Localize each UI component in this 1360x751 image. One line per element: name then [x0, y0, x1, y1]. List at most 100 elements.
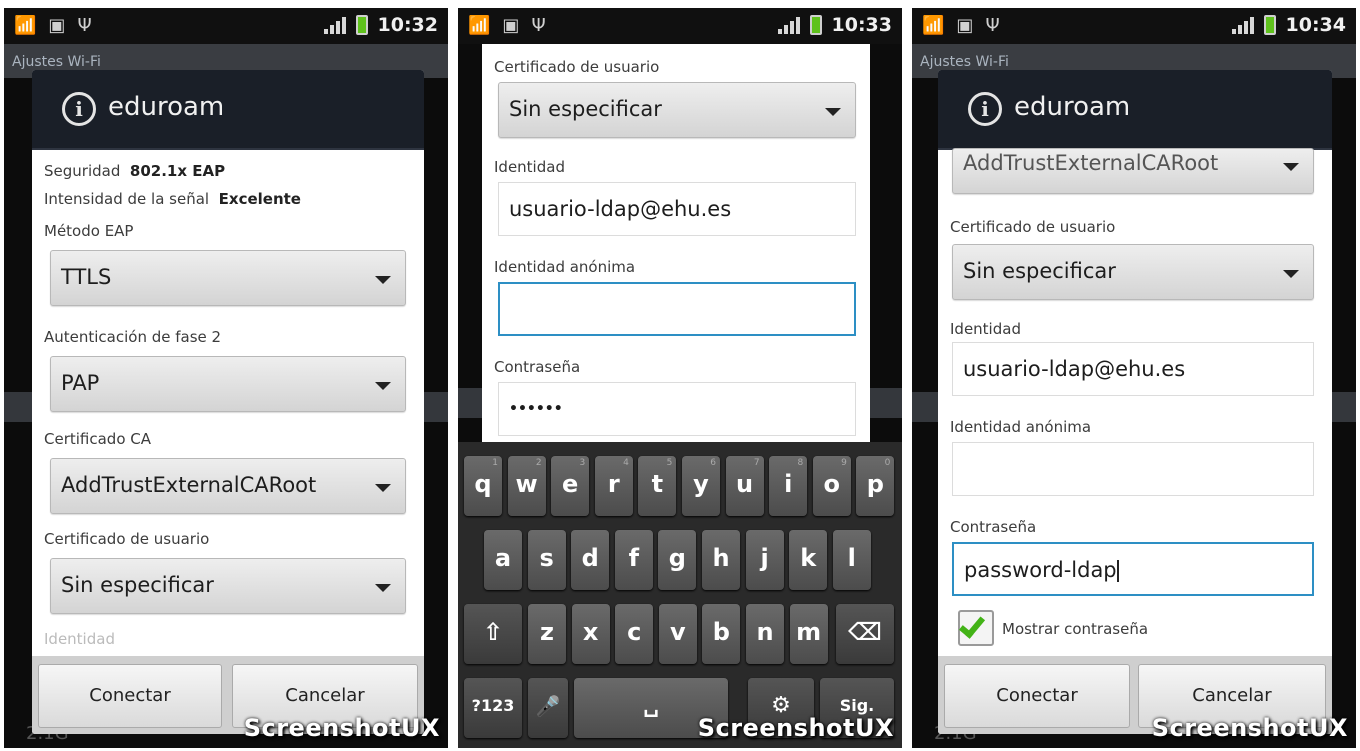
key-z[interactable]: z — [528, 604, 566, 664]
ca-cert-select[interactable]: AddTrustExternalCARoot — [952, 148, 1314, 194]
key-number-hint: 6 — [710, 458, 716, 468]
anon-identity-field[interactable] — [952, 442, 1314, 496]
key-d[interactable]: d — [571, 530, 610, 590]
anon-identity-field[interactable] — [498, 282, 856, 336]
key-w[interactable]: w2 — [507, 456, 546, 516]
key-b[interactable]: b — [702, 604, 741, 664]
key-m[interactable]: m — [789, 604, 828, 664]
key-number-hint: 7 — [753, 458, 760, 468]
user-cert-label: Certificado de usuario — [44, 530, 210, 548]
info-icon: i — [968, 92, 1002, 126]
chevron-down-icon — [375, 584, 391, 592]
key-r[interactable]: r4 — [594, 456, 633, 516]
chevron-down-icon — [1283, 270, 1299, 278]
key-number-hint: 3 — [579, 458, 586, 468]
show-password-checkbox[interactable] — [958, 610, 994, 646]
key-t[interactable]: t5 — [638, 456, 677, 516]
wifi-icon: 📶 — [468, 15, 491, 36]
image-icon: ▣ — [502, 15, 520, 36]
dialog-title: eduroam — [108, 92, 225, 122]
key-l[interactable]: l — [832, 530, 871, 590]
signal-icon — [1231, 16, 1254, 34]
chevron-down-icon — [375, 382, 391, 390]
status-time: 10:34 — [1285, 14, 1346, 36]
user-cert-select[interactable]: Sin especificar — [952, 244, 1314, 300]
key-k[interactable]: k — [789, 530, 828, 590]
password-field[interactable]: password-ldap — [952, 542, 1314, 596]
key-y[interactable]: y6 — [682, 456, 720, 516]
watermark: ScreenshotUX — [1151, 714, 1348, 742]
phase2-label: Autenticación de fase 2 — [44, 328, 222, 346]
eap-label: Método EAP — [44, 222, 134, 240]
key-u[interactable]: u7 — [725, 456, 764, 516]
key-g[interactable]: g — [658, 530, 697, 590]
chevron-down-icon — [375, 484, 391, 492]
key-q[interactable]: q1 — [464, 456, 502, 516]
key-c[interactable]: c — [615, 604, 654, 664]
signal-value: Excelente — [218, 190, 301, 208]
ca-cert-label: Certificado CA — [44, 430, 152, 448]
connect-button[interactable]: Conectar — [38, 664, 222, 728]
phone-screen-2: 📶 ▣ Ψ 10:33 Certificado de usuario Sin esp… — [458, 8, 902, 748]
key-p[interactable]: p0 — [856, 456, 895, 516]
ca-cert-select[interactable]: AddTrustExternalCARoot — [50, 458, 406, 514]
user-cert-label: Certificado de usuario — [494, 58, 660, 76]
dialog-header: i eduroam — [32, 70, 424, 150]
battery-icon — [1263, 15, 1276, 35]
key-number-hint: 4 — [623, 458, 629, 468]
wifi-dialog: Certificado de usuario Sin especificar I… — [482, 44, 870, 444]
key-number-hint: 8 — [797, 458, 804, 468]
user-cert-label: Certificado de usuario — [950, 218, 1116, 236]
identity-label: Identidad — [494, 158, 565, 176]
key-number-hint: 2 — [535, 458, 542, 468]
key-number-hint: 5 — [666, 458, 673, 468]
status-bar: 📶 ▣ Ψ 10:32 — [4, 8, 448, 44]
key-number-hint: 9 — [841, 458, 847, 468]
user-cert-select[interactable]: Sin especificar — [50, 558, 406, 614]
key-x[interactable]: x — [571, 604, 610, 664]
connect-button[interactable]: Conectar — [944, 664, 1130, 728]
chevron-down-icon — [375, 276, 391, 284]
signal-icon — [323, 16, 346, 34]
image-icon: ▣ — [48, 15, 66, 36]
key-f[interactable]: f — [614, 530, 653, 590]
key-o[interactable]: o9 — [812, 456, 851, 516]
watermark: ScreenshotUX — [697, 714, 894, 742]
symbols-key[interactable]: ?123 — [464, 678, 522, 738]
soft-keyboard: q1w2e3r4t5y6u7i8o9p0 asdfghjkl ⇧ z x c v b n m ⌫… — [458, 442, 902, 748]
key-e[interactable]: e3 — [551, 456, 590, 516]
shift-key[interactable]: ⇧ — [464, 604, 522, 664]
key-n[interactable]: n — [746, 604, 784, 664]
dialog-header: i eduroam — [938, 70, 1332, 150]
chevron-down-icon — [825, 108, 841, 116]
phase2-select[interactable]: PAP — [50, 356, 406, 412]
key-i[interactable]: i8 — [769, 456, 808, 516]
key-s[interactable]: s — [527, 530, 566, 590]
password-field[interactable]: •••••• — [498, 382, 856, 436]
eap-method-select[interactable]: TTLS — [50, 250, 406, 306]
info-icon: i — [62, 92, 96, 126]
key-h[interactable]: h — [702, 530, 740, 590]
signal-row: Intensidad de la señal Excelente — [44, 190, 301, 208]
password-label: Contraseña — [950, 518, 1037, 536]
identity-field[interactable]: usuario-ldap@ehu.es — [952, 342, 1314, 396]
key-a[interactable]: a — [484, 530, 522, 590]
anon-identity-label: Identidad anónima — [950, 418, 1092, 436]
key-j[interactable]: j — [745, 530, 784, 590]
usb-icon: Ψ — [985, 15, 1000, 36]
wifi-icon: 📶 — [14, 15, 37, 36]
phone-screen-1: 📶▣Ψ 10:32 Ajustes Wi-Fi 2.1G i eduroam S… — [4, 8, 448, 748]
user-cert-select[interactable]: Sin especificar — [498, 82, 856, 138]
status-bar: 📶 ▣ Ψ 10:33 — [458, 8, 902, 44]
backspace-icon[interactable]: ⌫ — [836, 604, 894, 664]
anon-identity-label: Identidad anónima — [494, 258, 636, 276]
signal-icon — [777, 16, 800, 34]
usb-icon: Ψ — [77, 15, 92, 36]
key-v[interactable]: v — [658, 604, 697, 664]
password-label: Contraseña — [494, 358, 581, 376]
mic-icon[interactable]: 🎤 — [528, 678, 568, 738]
key-number-hint: 1 — [492, 458, 498, 468]
dialog-title: eduroam — [1014, 92, 1131, 122]
security-row: Seguridad 802.1x EAP — [44, 162, 226, 180]
identity-field[interactable]: usuario-ldap@ehu.es — [498, 182, 856, 236]
